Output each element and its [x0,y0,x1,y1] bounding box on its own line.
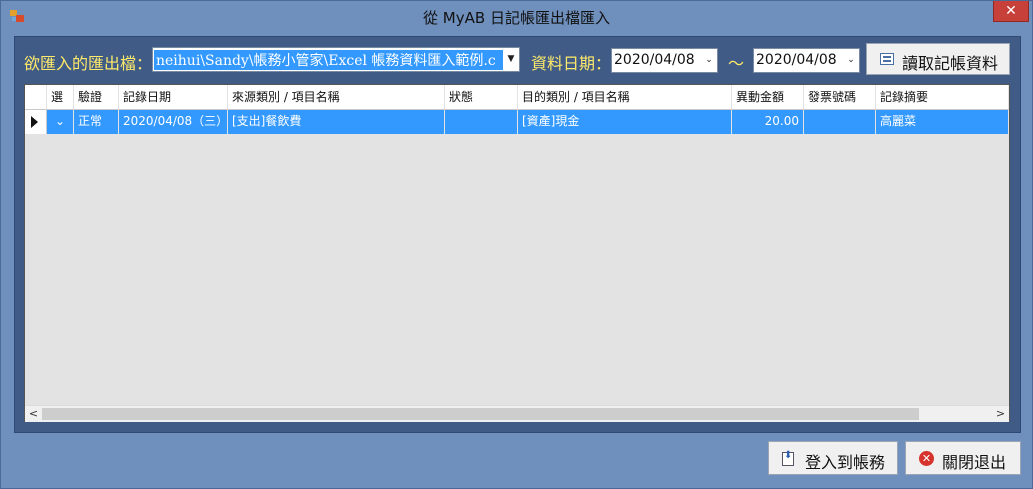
file-label: 欲匯入的匯出檔： [24,54,153,73]
col-header-memo[interactable]: 記錄摘要 [876,85,1009,109]
import-icon [782,450,794,466]
file-combo[interactable]: neihui\Sandy\帳務小管家\Excel 帳務資料匯入範例.c ▼ [152,47,520,72]
cell-date: 2020/04/08（三） [119,110,228,134]
col-header-amount[interactable]: 異動金額 [732,85,804,109]
import-label: 登入到帳務 [805,453,886,472]
cell-invoice [804,110,876,134]
date-from-value: 2020/04/08 [614,52,695,68]
read-records-label: 讀取記帳資料 [902,54,999,73]
date-from-picker[interactable]: 2020/04/08 ⌄ [611,48,718,73]
cell-status [445,110,518,134]
col-header-invoice[interactable]: 發票號碼 [804,85,876,109]
col-header-status[interactable]: 狀態 [445,85,518,109]
table-row[interactable]: ⌄ 正常 2020/04/08（三） [支出]餐飲費 [資產]現金 20.00 … [47,110,1009,134]
chevron-left-icon[interactable]: < [25,406,42,423]
chevron-right-icon[interactable]: > [992,406,1009,423]
scrollbar-thumb[interactable] [42,408,919,420]
main-window: 從 MyAB 日記帳匯出檔匯入 ✕ 欲匯入的匯出檔： neihui\Sandy\… [0,0,1033,489]
window-title: 從 MyAB 日記帳匯出檔匯入 [423,9,610,27]
cell-amount: 20.00 [732,110,804,134]
file-value: neihui\Sandy\帳務小管家\Excel 帳務資料匯入範例.c [154,50,503,70]
chevron-down-icon[interactable]: ▼ [503,48,519,71]
col-header-date[interactable]: 記錄日期 [119,85,228,109]
exit-label: 關閉退出 [942,453,1007,472]
close-icon: ✕ [919,451,934,466]
col-header-target[interactable]: 目的類別 / 項目名稱 [518,85,732,109]
row-selector[interactable] [25,110,47,134]
cell-source: [支出]餐飲費 [228,110,445,134]
col-header-verify[interactable]: 驗證 [74,85,119,109]
title-bar: 從 MyAB 日記帳匯出檔匯入 ✕ [1,1,1032,33]
date-to-picker[interactable]: 2020/04/08 ⌄ [753,48,860,73]
read-records-button[interactable]: 讀取記帳資料 [866,43,1010,75]
horizontal-scrollbar[interactable]: < > [25,405,1009,422]
date-to-value: 2020/04/08 [756,52,837,68]
col-header-source[interactable]: 來源類別 / 項目名稱 [228,85,445,109]
close-exit-button[interactable]: ✕ 關閉退出 [905,441,1021,475]
import-to-ledger-button[interactable]: 登入到帳務 [768,441,898,475]
date-label: 資料日期： [531,54,612,73]
col-header-select[interactable]: 選 [47,85,74,109]
cell-select[interactable]: ⌄ [47,110,74,134]
cell-memo: 高麗菜 [876,110,1009,134]
list-icon [880,53,894,65]
window-close-button[interactable]: ✕ [993,1,1029,22]
date-separator: ～ [728,54,745,73]
chevron-down-icon[interactable]: ⌄ [843,49,859,72]
row-header-corner [25,85,47,109]
grid-header: 選 驗證 記錄日期 來源類別 / 項目名稱 狀態 目的類別 / 項目名稱 異動金… [25,85,1009,110]
current-row-icon [31,116,38,128]
cell-target: [資產]現金 [518,110,732,134]
chevron-down-icon[interactable]: ⌄ [701,49,717,72]
cell-verify: 正常 [74,110,119,134]
records-grid[interactable]: 選 驗證 記錄日期 來源類別 / 項目名稱 狀態 目的類別 / 項目名稱 異動金… [24,84,1010,422]
